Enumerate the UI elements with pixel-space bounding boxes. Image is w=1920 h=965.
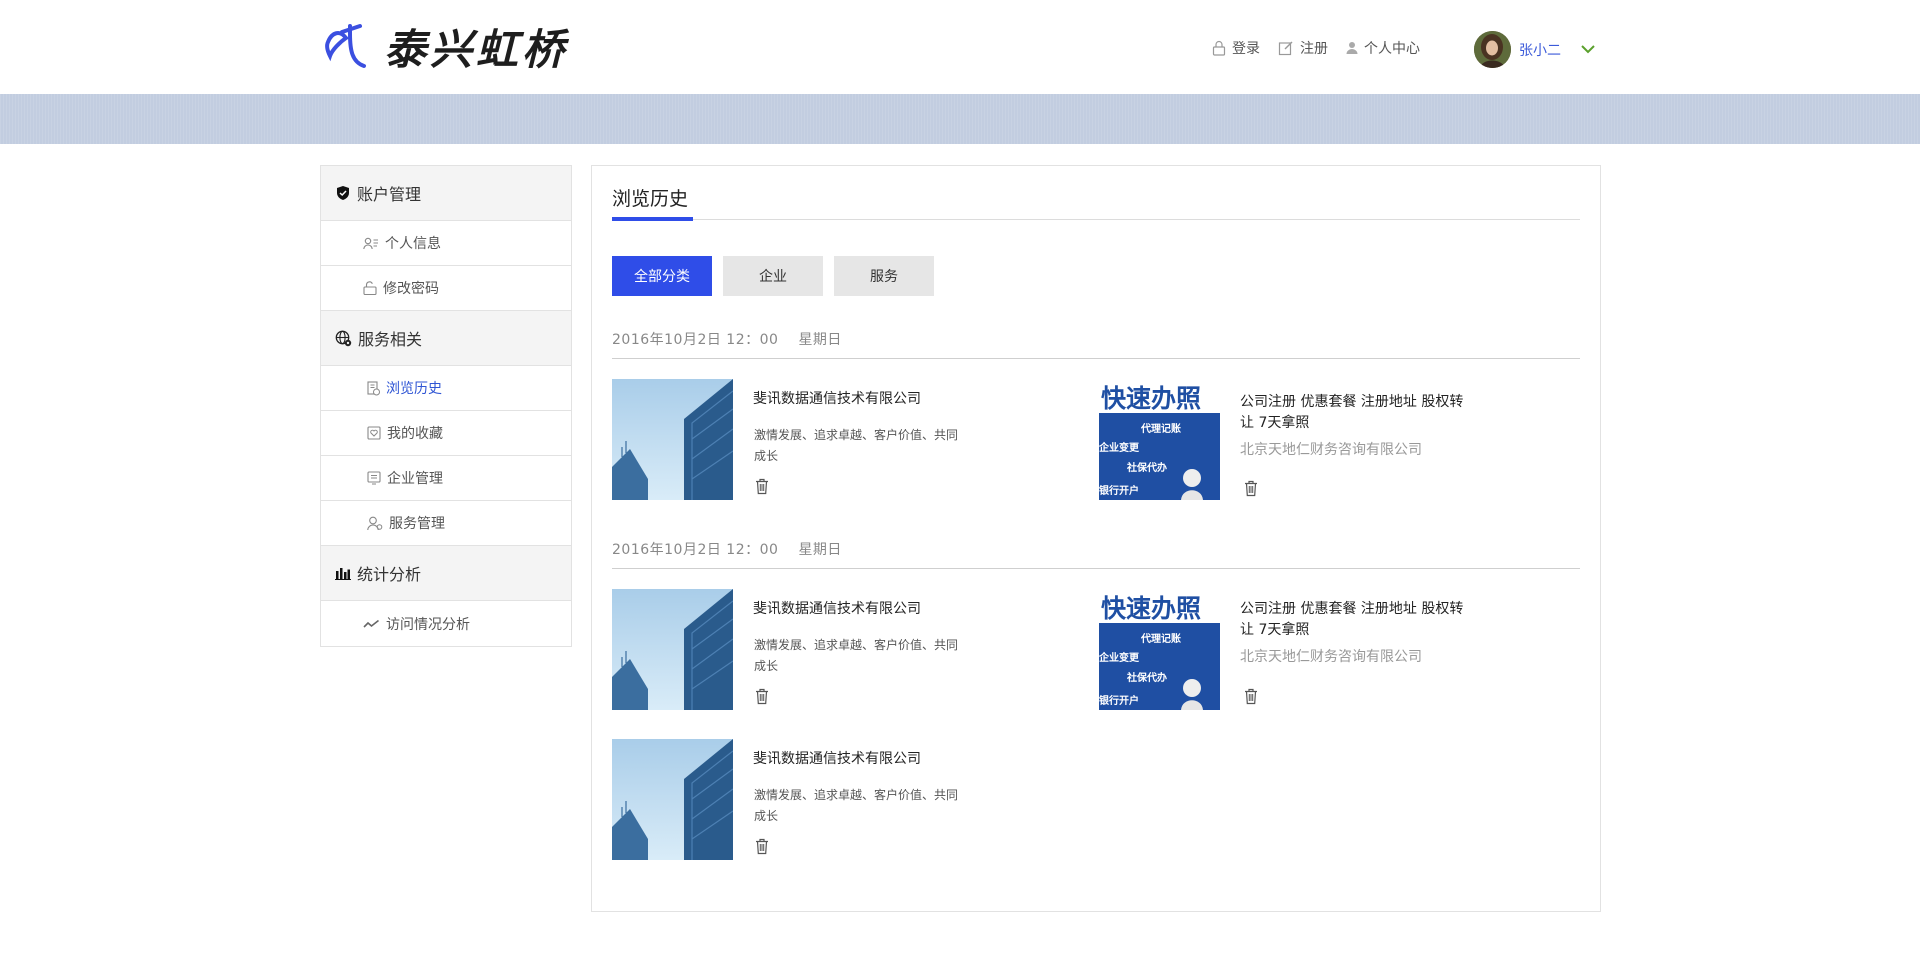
sidebar-item-visit-analysis[interactable]: 访问情况分析	[321, 601, 571, 646]
user-icon	[1346, 42, 1358, 54]
trash-icon[interactable]	[755, 838, 769, 855]
history-item-company[interactable]: 斐讯数据通信技术有限公司 激情发展、追求卓越、客户价值、共同成长	[612, 379, 1032, 501]
site-logo[interactable]: 泰兴虹桥	[320, 20, 568, 74]
filter-all-button[interactable]: 全部分类	[612, 256, 712, 296]
sidebar-item-browse-history[interactable]: 浏览历史	[321, 366, 571, 411]
header-banner	[0, 94, 1920, 144]
globe-gear-icon	[335, 330, 352, 346]
svg-text:银行开户: 银行开户	[1099, 484, 1139, 497]
company-description: 激情发展、追求卓越、客户价值、共同成长	[754, 638, 959, 673]
trash-icon[interactable]	[1244, 480, 1258, 497]
svg-text:快速办照: 快速办照	[1101, 594, 1201, 623]
sidebar-item-label: 修改密码	[383, 281, 439, 297]
svg-text:快速办照: 快速办照	[1101, 384, 1201, 413]
register-link[interactable]: 注册	[1278, 38, 1328, 58]
login-label: 登录	[1232, 41, 1260, 57]
trend-icon	[363, 619, 379, 628]
sidebar-item-label: 服务管理	[389, 516, 445, 532]
history-item-service[interactable]: 快速办照 代理记账 企业变更 社保代办 银行开户 公司注册 优惠套餐 注册地址 …	[1099, 379, 1519, 501]
sidebar-item-label: 浏览历史	[386, 381, 442, 397]
sidebar-group-label: 服务相关	[358, 330, 423, 349]
date-text: 2016年10月2日 12：00	[612, 332, 779, 348]
title-divider	[612, 219, 1580, 220]
service-thumbnail: 快速办照 代理记账 企业变更 社保代办 银行开户	[1099, 589, 1220, 710]
trash-icon[interactable]	[755, 688, 769, 705]
service-name[interactable]: 公司注册 优惠套餐 注册地址 股权转让 7天拿照	[1240, 599, 1472, 641]
sidebar-item-label: 个人信息	[385, 236, 441, 252]
filter-company-button[interactable]: 企业	[723, 256, 823, 296]
sidebar-item-label: 访问情况分析	[386, 616, 470, 633]
history-item-company[interactable]: 斐讯数据通信技术有限公司 激情发展、追求卓越、客户价值、共同成长	[612, 739, 1032, 861]
edit-icon	[1278, 41, 1293, 56]
weekday-text: 星期日	[798, 542, 842, 558]
logo-mark-icon	[325, 24, 366, 68]
lock-icon	[1212, 40, 1226, 56]
user-name: 张小二	[1519, 42, 1561, 59]
service-provider: 北京天地仁财务咨询有限公司	[1240, 649, 1422, 665]
service-provider: 北京天地仁财务咨询有限公司	[1240, 442, 1422, 458]
svg-text:代理记账: 代理记账	[1140, 422, 1181, 435]
trash-icon[interactable]	[1244, 688, 1258, 705]
bar-chart-icon	[335, 568, 351, 580]
unlock-icon	[363, 281, 377, 295]
sidebar-group-account: 账户管理	[321, 166, 571, 221]
trash-icon[interactable]	[755, 478, 769, 495]
sidebar-group-service: 服务相关	[321, 311, 571, 366]
shield-icon	[337, 186, 349, 200]
filter-service-button[interactable]: 服务	[834, 256, 934, 296]
date-text: 2016年10月2日 12：00	[612, 542, 779, 558]
history-item-company[interactable]: 斐讯数据通信技术有限公司 激情发展、追求卓越、客户价值、共同成长	[612, 589, 1032, 711]
title-underline	[612, 217, 693, 221]
avatar	[1474, 31, 1511, 68]
page-title: 浏览历史	[612, 188, 689, 210]
sidebar-item-change-password[interactable]: 修改密码	[321, 266, 571, 311]
service-name[interactable]: 公司注册 优惠套餐 注册地址 股权转让 7天拿照	[1240, 392, 1472, 434]
sidebar-item-favorites[interactable]: 我的收藏	[321, 411, 571, 456]
user-card-icon	[363, 237, 378, 249]
company-thumbnail	[612, 589, 733, 710]
date-header: 2016年10月2日 12：00 星期日	[612, 539, 1580, 569]
sidebar-item-label: 我的收藏	[387, 426, 443, 442]
svg-text:银行开户: 银行开户	[1099, 694, 1139, 707]
personal-center-label: 个人中心	[1364, 41, 1420, 57]
sidebar-group-label: 账户管理	[357, 185, 422, 204]
company-name[interactable]: 斐讯数据通信技术有限公司	[753, 749, 993, 770]
date-header: 2016年10月2日 12：00 星期日	[612, 329, 1580, 359]
svg-text:社保代办: 社保代办	[1126, 461, 1167, 474]
company-icon	[367, 471, 381, 485]
company-thumbnail	[612, 379, 733, 500]
sidebar-item-label: 企业管理	[387, 471, 443, 487]
history-item-service[interactable]: 快速办照 代理记账 企业变更 社保代办 银行开户 公司注册 优惠套餐 注册地址 …	[1099, 589, 1519, 711]
sidebar-group-statistics: 统计分析	[321, 546, 571, 601]
register-label: 注册	[1300, 41, 1328, 57]
sidebar-item-service-manage[interactable]: 服务管理	[321, 501, 571, 546]
chevron-down-icon	[1581, 45, 1595, 54]
sidebar-item-company-manage[interactable]: 企业管理	[321, 456, 571, 501]
service-thumbnail: 快速办照 代理记账 企业变更 社保代办 银行开户	[1099, 379, 1220, 500]
logo-text: 泰兴虹桥	[384, 24, 569, 74]
category-filters: 全部分类 企业 服务	[612, 256, 945, 296]
company-name[interactable]: 斐讯数据通信技术有限公司	[753, 599, 993, 620]
login-link[interactable]: 登录	[1212, 38, 1260, 58]
service-user-icon	[367, 516, 383, 530]
company-name[interactable]: 斐讯数据通信技术有限公司	[753, 389, 993, 410]
history-panel: 浏览历史 全部分类 企业 服务 2016年10月2日 12：00 星期日 斐讯数据…	[591, 165, 1601, 912]
company-description: 激情发展、追求卓越、客户价值、共同成长	[754, 428, 959, 463]
company-thumbnail	[612, 739, 733, 860]
svg-text:代理记账: 代理记账	[1140, 632, 1181, 645]
top-nav: 登录 注册 个人中心	[1212, 38, 1438, 58]
weekday-text: 星期日	[798, 332, 842, 348]
svg-text:社保代办: 社保代办	[1126, 671, 1167, 684]
history-doc-icon	[367, 380, 380, 395]
svg-text:企业变更: 企业变更	[1099, 651, 1140, 664]
site-header: 泰兴虹桥 登录 注册 个人中心 张小二	[0, 0, 1920, 94]
sidebar: 账户管理 个人信息 修改密码 服务相关 浏览历史 我的收藏 企业管理 服务管理 …	[320, 165, 572, 647]
sidebar-group-label: 统计分析	[357, 565, 422, 584]
personal-center-link[interactable]: 个人中心	[1346, 38, 1420, 58]
sidebar-item-profile[interactable]: 个人信息	[321, 221, 571, 266]
favorite-icon	[367, 426, 381, 440]
svg-text:企业变更: 企业变更	[1099, 441, 1140, 454]
company-description: 激情发展、追求卓越、客户价值、共同成长	[754, 788, 959, 823]
user-menu[interactable]: 张小二	[1474, 31, 1595, 68]
